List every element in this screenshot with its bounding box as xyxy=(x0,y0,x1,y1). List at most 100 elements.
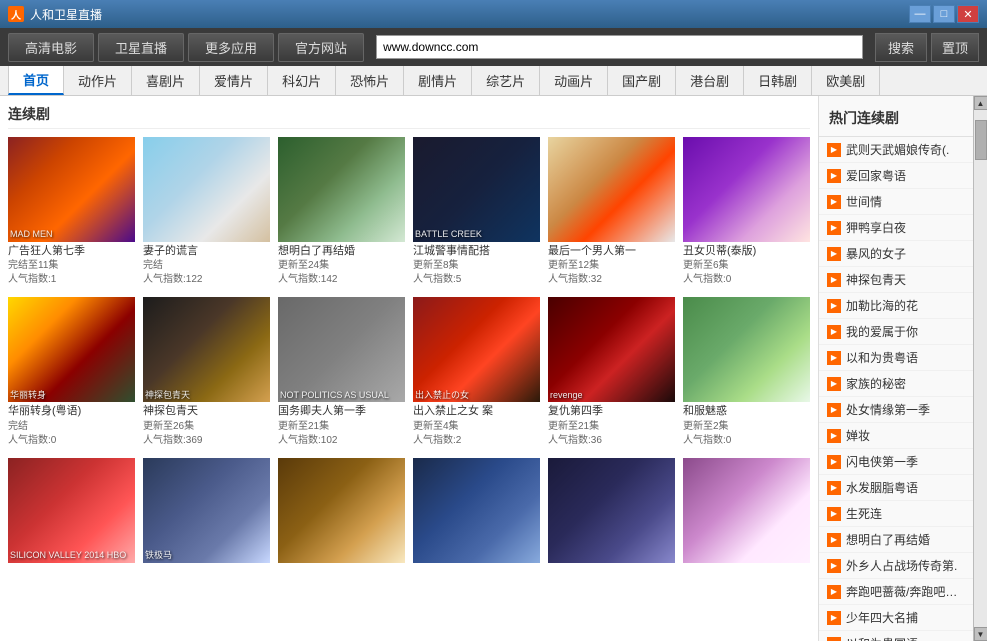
movie-thumbnail: MAD MEN xyxy=(8,137,135,242)
tab-western[interactable]: 欧美剧 xyxy=(812,66,880,95)
movie-update: 更新至21集 xyxy=(278,420,405,434)
movie-update: 完结 xyxy=(143,259,270,273)
movie-card[interactable]: 想明白了再结婚更新至24集人气指数:142 xyxy=(278,137,405,289)
sidebar-item[interactable]: 家族的秘密 xyxy=(819,371,973,397)
sidebar-item[interactable]: 以和为贵国语 xyxy=(819,631,973,641)
hd-movies-button[interactable]: 高清电影 xyxy=(8,33,94,62)
sidebar-item[interactable]: 少年四大名捕 xyxy=(819,605,973,631)
movie-card[interactable]: BATTLE CREEK江城警事情配搭更新至8集人气指数:5 xyxy=(413,137,540,289)
tab-comedy[interactable]: 喜剧片 xyxy=(132,66,200,95)
tab-action[interactable]: 动作片 xyxy=(64,66,132,95)
play-icon xyxy=(827,637,841,641)
tab-romance[interactable]: 爱情片 xyxy=(200,66,268,95)
maximize-button[interactable]: □ xyxy=(933,5,955,23)
close-button[interactable]: ✕ xyxy=(957,5,979,23)
tab-drama[interactable]: 剧情片 xyxy=(404,66,472,95)
sidebar-item[interactable]: 爱回家粤语 xyxy=(819,163,973,189)
movie-thumbnail: NOT POLITICS AS USUAL xyxy=(278,297,405,402)
sidebar-item[interactable]: 水发胭脂粤语 xyxy=(819,475,973,501)
more-apps-button[interactable]: 更多应用 xyxy=(188,33,274,62)
movie-card[interactable]: MAD MEN广告狂人第七季完结至11集人气指数:1 xyxy=(8,137,135,289)
sidebar-item-label: 奔跑吧蔷薇/奔跑吧玫瑰 xyxy=(846,583,965,600)
movie-card[interactable]: 出入禁止の女出入禁止之女 案更新至4集人气指数:2 xyxy=(413,297,540,449)
movie-card[interactable]: 丑女贝蒂(泰版)更新至6集人气指数:0 xyxy=(683,137,810,289)
tab-animation[interactable]: 动画片 xyxy=(540,66,608,95)
sidebar-item[interactable]: 世间情 xyxy=(819,189,973,215)
sidebar-item[interactable]: 我的爱属于你 xyxy=(819,319,973,345)
movie-thumbnail xyxy=(683,458,810,563)
sidebar-item[interactable]: 生死连 xyxy=(819,501,973,527)
movie-thumbnail: 神探包青天 xyxy=(143,297,270,402)
url-input[interactable] xyxy=(383,40,856,54)
settings-button[interactable]: 置顶 xyxy=(931,33,979,62)
movie-card[interactable]: NOT POLITICS AS USUAL国务卿夫人第一季更新至21集人气指数:… xyxy=(278,297,405,449)
scroll-thumb[interactable] xyxy=(975,120,987,160)
play-icon xyxy=(827,611,841,625)
sidebar-item[interactable]: 暴风的女子 xyxy=(819,241,973,267)
movie-info: 妻子的谎言完结人气指数:122 xyxy=(143,242,270,289)
movie-card[interactable] xyxy=(548,458,675,567)
sidebar-item[interactable]: 婵妆 xyxy=(819,423,973,449)
movie-update: 完结至11集 xyxy=(8,259,135,273)
window-controls: — □ ✕ xyxy=(909,5,979,23)
play-icon xyxy=(827,195,841,209)
movie-info: 丑女贝蒂(泰版)更新至6集人气指数:0 xyxy=(683,242,810,289)
tab-japan-korea[interactable]: 日韩剧 xyxy=(744,66,812,95)
movie-update: 更新至12集 xyxy=(548,259,675,273)
movie-card[interactable]: 华丽转身华丽转身(粤语)完结人气指数:0 xyxy=(8,297,135,449)
play-icon xyxy=(827,169,841,183)
sidebar-item[interactable]: 以和为贵粤语 xyxy=(819,345,973,371)
sidebar-item[interactable]: 狎鸭享白夜 xyxy=(819,215,973,241)
sidebar-item[interactable]: 处女情缘第一季 xyxy=(819,397,973,423)
movie-card[interactable]: 铁极马 xyxy=(143,458,270,567)
sidebar-item[interactable]: 神探包青天 xyxy=(819,267,973,293)
movie-card[interactable] xyxy=(683,458,810,567)
official-site-button[interactable]: 官方网站 xyxy=(278,33,364,62)
movie-card[interactable] xyxy=(413,458,540,567)
scroll-down-arrow[interactable]: ▼ xyxy=(974,627,987,641)
tab-hktw[interactable]: 港台剧 xyxy=(676,66,744,95)
movie-card[interactable] xyxy=(278,458,405,567)
movie-title: 江城警事情配搭 xyxy=(413,244,540,259)
satellite-button[interactable]: 卫星直播 xyxy=(98,33,184,62)
title-bar: 人 人和卫星直播 — □ ✕ xyxy=(0,0,987,28)
movie-info xyxy=(8,563,135,567)
movie-thumbnail xyxy=(548,137,675,242)
sidebar-item-label: 狎鸭享白夜 xyxy=(846,219,906,236)
movie-card[interactable]: 妻子的谎言完结人气指数:122 xyxy=(143,137,270,289)
movie-rating: 人气指数:5 xyxy=(413,273,540,287)
tab-variety[interactable]: 综艺片 xyxy=(472,66,540,95)
thumb-label: BATTLE CREEK xyxy=(415,229,538,240)
movie-card[interactable]: SILICON VALLEY 2014 HBO xyxy=(8,458,135,567)
sidebar-item[interactable]: 外乡人占战场传奇第. xyxy=(819,553,973,579)
sidebar-item[interactable]: 闪电侠第一季 xyxy=(819,449,973,475)
movie-thumbnail: 铁极马 xyxy=(143,458,270,563)
movie-card[interactable]: 和服魅惑更新至2集人气指数:0 xyxy=(683,297,810,449)
play-icon xyxy=(827,429,841,443)
movie-update: 更新至26集 xyxy=(143,420,270,434)
tab-home[interactable]: 首页 xyxy=(8,66,64,95)
movie-title: 国务卿夫人第一季 xyxy=(278,404,405,419)
tab-horror[interactable]: 恐怖片 xyxy=(336,66,404,95)
tab-scifi[interactable]: 科幻片 xyxy=(268,66,336,95)
sidebar-item[interactable]: 想明白了再结婚 xyxy=(819,527,973,553)
movie-info: 和服魅惑更新至2集人气指数:0 xyxy=(683,402,810,449)
movie-info xyxy=(683,563,810,567)
movie-rating: 人气指数:369 xyxy=(143,434,270,448)
movie-thumbnail xyxy=(683,297,810,402)
minimize-button[interactable]: — xyxy=(909,5,931,23)
sidebar-item[interactable]: 武则天武媚娘传奇(. xyxy=(819,137,973,163)
search-button[interactable]: 搜索 xyxy=(875,33,927,62)
movie-info: 国务卿夫人第一季更新至21集人气指数:102 xyxy=(278,402,405,449)
movie-card[interactable]: revenge复仇第四季更新至21集人气指数:36 xyxy=(548,297,675,449)
movie-title: 丑女贝蒂(泰版) xyxy=(683,244,810,259)
play-icon xyxy=(827,351,841,365)
scroll-up-arrow[interactable]: ▲ xyxy=(974,96,987,110)
tab-mainland[interactable]: 国产剧 xyxy=(608,66,676,95)
movie-card[interactable]: 最后一个男人第一更新至12集人气指数:32 xyxy=(548,137,675,289)
movie-card[interactable]: 神探包青天神探包青天更新至26集人气指数:369 xyxy=(143,297,270,449)
section-title: 连续剧 xyxy=(8,104,810,129)
sidebar-item[interactable]: 加勒比海的花 xyxy=(819,293,973,319)
sidebar-item[interactable]: 奔跑吧蔷薇/奔跑吧玫瑰 xyxy=(819,579,973,605)
thumb-label: MAD MEN xyxy=(10,229,133,240)
